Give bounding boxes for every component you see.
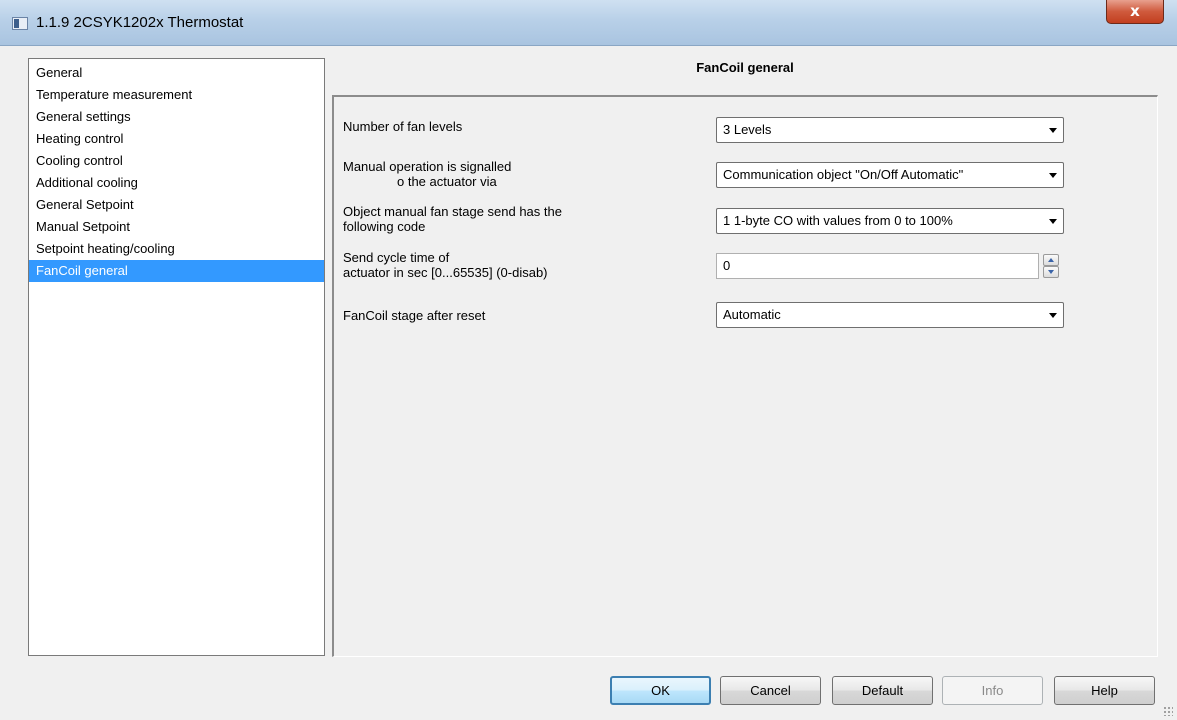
stage-after-reset-select[interactable]: Automatic [716,302,1064,328]
nav-item-cooling-control[interactable]: Cooling control [29,150,324,172]
nav-item-general-settings[interactable]: General settings [29,106,324,128]
fan-levels-label: Number of fan levels [343,119,463,134]
manual-fan-code-label-line2: following code [343,219,426,234]
ok-button[interactable]: OK [610,676,711,705]
app-icon [12,17,28,30]
spin-up-icon[interactable] [1043,254,1059,266]
nav-item-heating-control[interactable]: Heating control [29,128,324,150]
manual-op-label-line2: o the actuator via [397,174,497,189]
window-title: 1.1.9 2CSYK1202x Thermostat [36,14,244,31]
parameter-tree: General Temperature measurement General … [28,58,325,656]
nav-item-additional-cooling[interactable]: Additional cooling [29,172,324,194]
stage-after-reset-value: Automatic [723,307,781,322]
fan-levels-value: 3 Levels [723,122,772,137]
dropdown-arrow-icon [1049,313,1057,318]
close-button[interactable]: x [1106,0,1164,24]
nav-item-manual-setpoint[interactable]: Manual Setpoint [29,216,324,238]
dropdown-arrow-icon [1049,173,1057,178]
manual-op-value: Communication object "On/Off Automatic" [723,167,964,182]
send-cycle-label-line2: actuator in sec [0...65535] (0-disab) [343,265,548,280]
section-title: FanCoil general [696,60,794,75]
send-cycle-input[interactable]: 0 [716,253,1039,279]
default-button[interactable]: Default [832,676,933,705]
info-button: Info [942,676,1043,705]
manual-fan-code-label-line1: Object manual fan stage send has the [343,204,562,219]
title-bar[interactable]: 1.1.9 2CSYK1202x Thermostat x [0,0,1177,46]
nav-item-temperature-measurement[interactable]: Temperature measurement [29,84,324,106]
dropdown-arrow-icon [1049,219,1057,224]
nav-item-general[interactable]: General [29,62,324,84]
resize-grip-icon[interactable] [1163,706,1173,716]
dropdown-arrow-icon [1049,128,1057,133]
nav-item-setpoint-heating-cooling[interactable]: Setpoint heating/cooling [29,238,324,260]
stage-after-reset-label: FanCoil stage after reset [343,308,486,323]
manual-fan-code-value: 1 1-byte CO with values from 0 to 100% [723,213,953,228]
help-button[interactable]: Help [1054,676,1155,705]
manual-op-label-line1: Manual operation is signalled [343,159,512,174]
thermostat-dialog: 1.1.9 2CSYK1202x Thermostat x General Te… [0,0,1177,720]
nav-item-general-setpoint[interactable]: General Setpoint [29,194,324,216]
nav-item-fancoil-general[interactable]: FanCoil general [29,260,324,282]
manual-fan-code-select[interactable]: 1 1-byte CO with values from 0 to 100% [716,208,1064,234]
cancel-button[interactable]: Cancel [720,676,821,705]
manual-op-select[interactable]: Communication object "On/Off Automatic" [716,162,1064,188]
fan-levels-select[interactable]: 3 Levels [716,117,1064,143]
send-cycle-label-line1: Send cycle time of [343,250,450,265]
spin-down-icon[interactable] [1043,266,1059,278]
